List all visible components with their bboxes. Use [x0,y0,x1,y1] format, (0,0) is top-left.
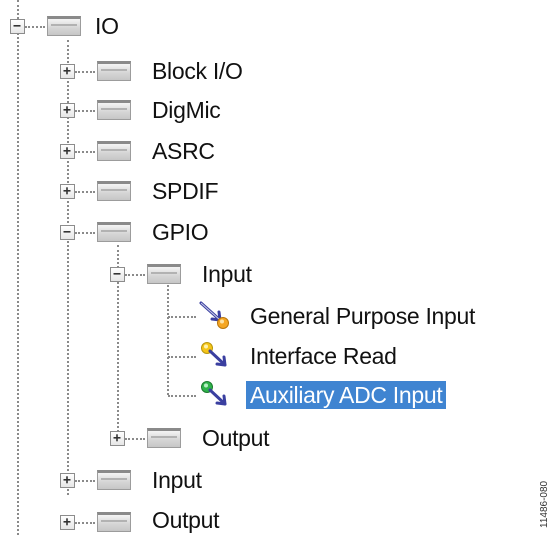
tree-connector [75,522,95,524]
expand-toggle-digmic[interactable] [60,103,75,118]
folder-icon [97,470,131,490]
collapse-toggle-io[interactable] [10,19,25,34]
tree-node-block-io[interactable]: Block I/O [152,57,243,85]
collapse-toggle-gpio-input[interactable] [110,267,125,282]
tree-connector [25,26,45,28]
folder-icon [97,100,131,120]
plus-icon [63,187,71,195]
tree-connector [167,285,169,395]
interface-read-icon [201,342,227,367]
minus-icon [113,273,121,275]
folder-icon [97,141,131,161]
tree-node-gpio-output[interactable]: Output [202,424,270,452]
folder-icon [97,181,131,201]
tree-node-spdif[interactable]: SPDIF [152,177,219,205]
minus-icon [63,231,71,233]
input-arrow-icon [199,301,229,329]
tree-connector [168,356,196,358]
plus-icon [63,476,71,484]
tree-node-output[interactable]: Output [152,506,220,534]
plus-icon [63,106,71,114]
folder-icon [47,16,81,36]
tree-node-io[interactable]: IO [95,12,119,40]
expand-toggle-output[interactable] [60,515,75,530]
folder-icon [147,428,181,448]
tree-node-interface-read[interactable]: Interface Read [250,342,397,370]
tree-connector [75,110,95,112]
collapse-toggle-gpio[interactable] [60,225,75,240]
tree-connector [75,71,95,73]
tree-node-auxiliary-adc-input[interactable]: Auxiliary ADC Input [246,381,447,409]
folder-icon [97,222,131,242]
minus-icon [13,25,21,27]
tree-node-asrc[interactable]: ASRC [152,137,215,165]
plus-icon [63,147,71,155]
folder-icon [97,512,131,532]
tree-connector [75,232,95,234]
tree-node-digmic[interactable]: DigMic [152,96,221,124]
tree-connector [125,438,145,440]
tree-node-gpio[interactable]: GPIO [152,218,209,246]
figure-id: 11486-080 [539,480,550,528]
plus-icon [63,518,71,526]
folder-icon [97,61,131,81]
plus-icon [113,434,121,442]
expand-toggle-block-io[interactable] [60,64,75,79]
tree-connector [125,274,145,276]
tree-connector [168,316,196,318]
tree-view: IO Block I/O DigMic ASRC SPDIF GPIO Inpu… [0,0,560,535]
tree-node-general-purpose-input[interactable]: General Purpose Input [250,302,475,330]
expand-toggle-gpio-output[interactable] [110,431,125,446]
tree-connector [75,191,95,193]
tree-connector [168,395,196,397]
tree-node-input[interactable]: Input [152,466,202,494]
expand-toggle-input[interactable] [60,473,75,488]
adc-input-icon [201,381,227,406]
folder-icon [147,264,181,284]
tree-node-gpio-input[interactable]: Input [202,260,252,288]
plus-icon [63,67,71,75]
tree-connector [75,480,95,482]
expand-toggle-asrc[interactable] [60,144,75,159]
tree-connector [17,0,19,535]
expand-toggle-spdif[interactable] [60,184,75,199]
tree-connector [75,151,95,153]
